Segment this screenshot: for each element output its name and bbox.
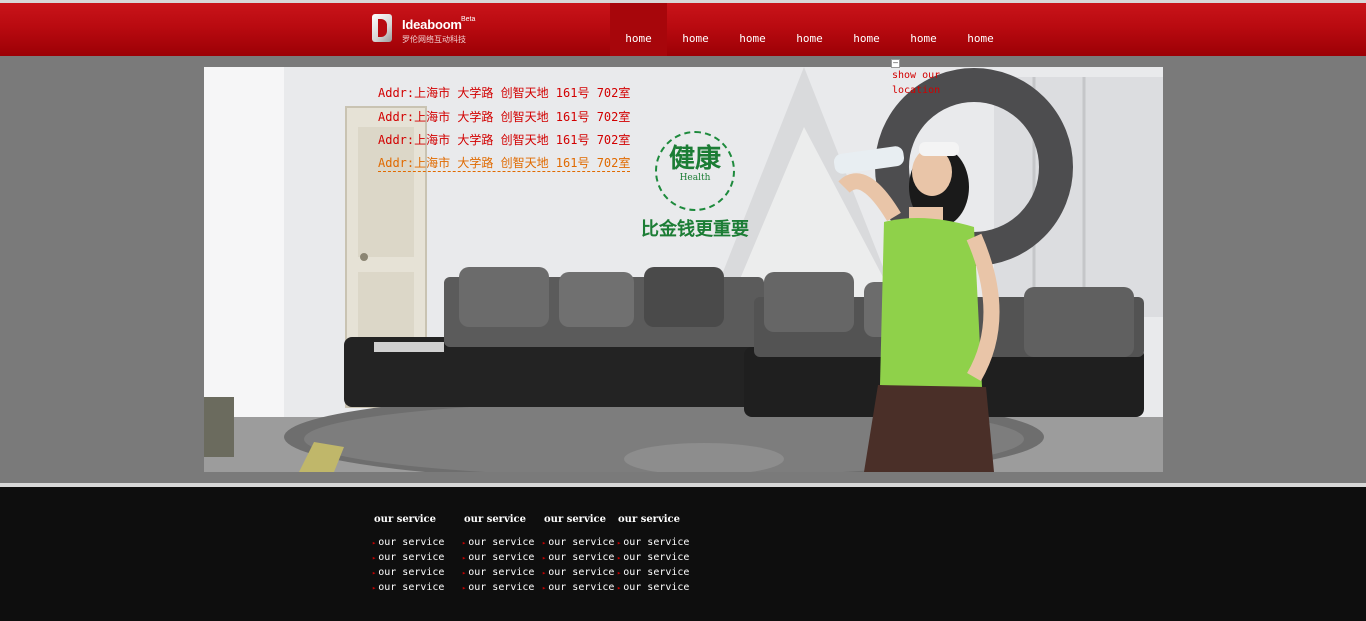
service-link-label: our service [378,567,445,578]
bullet-icon: ▸ [617,569,622,577]
service-link[interactable]: ▸ our service [372,550,444,565]
service-heading[interactable]: our service [374,514,436,525]
bullet-icon: ▸ [617,554,622,562]
service-link-label: our service [548,567,615,578]
service-link-label: our service [378,582,445,593]
service-link[interactable]: ▸ our service [542,550,614,565]
service-link[interactable]: ▸ our service [372,580,444,595]
nav-item-home-2[interactable]: home [667,3,724,56]
logo-name: Ideaboom [402,17,462,32]
address-link[interactable]: Addr:上海市 大学路 创智天地 161号 702室 [378,84,630,101]
logo-subtitle: 罗伦网络互动科技 [402,35,466,44]
service-link-label: our service [468,537,535,548]
service-link[interactable]: ▸ our service [542,580,614,595]
bullet-icon: ▸ [542,569,547,577]
bullet-icon: ▸ [372,554,377,562]
service-link[interactable]: ▸ our service [542,535,614,550]
service-link[interactable]: ▸ our service [617,565,689,580]
nav-item-home-6[interactable]: home [895,3,952,56]
service-link-label: our service [548,552,615,563]
service-link-label: our service [623,552,690,563]
health-badge: 健康 Health [655,131,735,211]
service-link[interactable]: ▸ our service [617,580,689,595]
service-link-label: our service [378,537,445,548]
address-link[interactable]: Addr:上海市 大学路 创智天地 161号 702室 [378,131,630,148]
bullet-icon: ▸ [542,539,547,547]
service-link[interactable]: ▸ our service [462,535,534,550]
service-link[interactable]: ▸ our service [462,580,534,595]
bullet-icon: ▸ [372,569,377,577]
health-badge-subtitle: Health [679,173,711,183]
service-heading[interactable]: our service [618,514,680,525]
address-link-active[interactable]: Addr:上海市 大学路 创智天地 161号 702室 [378,154,631,172]
bullet-icon: ▸ [617,539,622,547]
nav-item-home-7[interactable]: home [952,3,1009,56]
location-toggle-button[interactable]: — [891,59,900,68]
service-link[interactable]: ▸ our service [462,565,534,580]
service-link-label: our service [468,567,535,578]
service-link[interactable]: ▸ our service [372,565,444,580]
nav-item-home-5[interactable]: home [838,3,895,56]
bullet-icon: ▸ [462,539,467,547]
hero-banner: Addr:上海市 大学路 创智天地 161号 702室 Addr:上海市 大学路… [204,67,1163,472]
service-column: ▸ our service ▸ our service ▸ our service ▸… [542,535,614,595]
health-badge-title: 健康 [668,144,721,174]
service-link[interactable]: ▸ our service [372,535,444,550]
service-link-label: our service [548,537,615,548]
bullet-icon: ▸ [372,584,377,592]
service-link[interactable]: ▸ our service [617,550,689,565]
bullet-icon: ▸ [617,584,622,592]
bullet-icon: ▸ [462,569,467,577]
banner-photo [204,67,1163,472]
service-link-label: our service [468,582,535,593]
top-header: Ideaboom Beta 罗伦网络互动科技 home home home ho… [0,0,1366,56]
service-link-label: our service [378,552,445,563]
nav-item-home-3[interactable]: home [724,3,781,56]
service-heading[interactable]: our service [464,514,526,525]
service-link-label: our service [548,582,615,593]
banner-slogan: 比金钱更重要 [641,219,749,240]
main-nav: home home home home home home home [610,3,1009,56]
show-location-link[interactable]: show our location [892,68,952,98]
service-link-label: our service [623,582,690,593]
bullet-icon: ▸ [462,554,467,562]
address-link[interactable]: Addr:上海市 大学路 创智天地 161号 702室 [378,108,630,125]
logo-beta-badge: Beta [461,16,476,23]
service-link-label: our service [468,552,535,563]
service-column: ▸ our service ▸ our service ▸ our service ▸… [372,535,444,595]
bullet-icon: ▸ [542,584,547,592]
logo-b-icon [372,14,392,42]
service-column: ▸ our service ▸ our service ▸ our service ▸… [617,535,689,595]
service-link[interactable]: ▸ our service [462,550,534,565]
nav-item-home-4[interactable]: home [781,3,838,56]
bullet-icon: ▸ [542,554,547,562]
footer: our service our service our service our … [0,487,1366,621]
service-link-label: our service [623,537,690,548]
bullet-icon: ▸ [372,539,377,547]
service-link-label: our service [623,567,690,578]
nav-item-home-1[interactable]: home [610,3,667,56]
service-heading[interactable]: our service [544,514,606,525]
bullet-icon: ▸ [462,584,467,592]
service-column: ▸ our service ▸ our service ▸ our service ▸… [462,535,534,595]
service-link[interactable]: ▸ our service [617,535,689,550]
brand-logo[interactable]: Ideaboom Beta 罗伦网络互动科技 [372,14,482,46]
service-link[interactable]: ▸ our service [542,565,614,580]
